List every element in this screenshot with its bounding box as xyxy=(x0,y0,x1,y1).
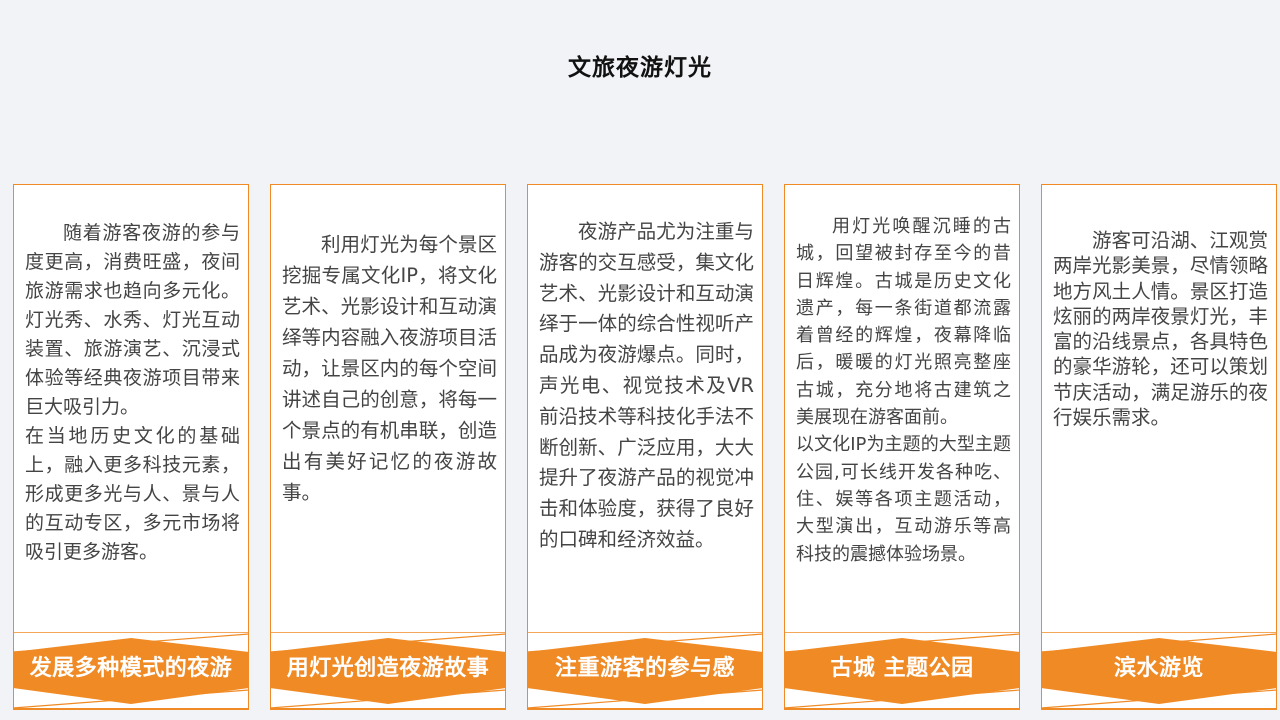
card-title: 古城 主题公园 xyxy=(830,656,974,681)
card-title: 滨水游览 xyxy=(1113,656,1204,681)
card-waterfront-tour: 游客可沿湖、江观赏两岸光影美景，尽情领略地方风土人情。景区打造炫丽的两岸夜景灯光… xyxy=(1041,184,1277,710)
card-paragraph: 利用灯光为每个景区挖掘专属文化IP，将文化艺术、光影设计和互动演绎等内容融入夜游… xyxy=(282,233,497,504)
card-paragraph: 用灯光唤醒沉睡的古城，回望被封存至今的昔日辉煌。古城是历史文化遗产，每一条街道都… xyxy=(796,216,1011,429)
card-paragraph: 游客可沿湖、江观赏两岸光影美景，尽情领略地方风土人情。景区打造炫丽的两岸夜景灯光… xyxy=(1053,229,1268,430)
card-banner: 用灯光创造夜游故事 xyxy=(270,632,506,710)
card-visitor-participation: 夜游产品尤为注重与游客的交互感受，集文化艺术、光影设计和互动演绎于一体的综合性视… xyxy=(527,184,763,710)
card-ancient-city-theme-park: 用灯光唤醒沉睡的古城，回望被封存至今的昔日辉煌。古城是历史文化遗产，每一条街道都… xyxy=(784,184,1020,710)
card-description: 用灯光唤醒沉睡的古城，回望被封存至今的昔日辉煌。古城是历史文化遗产，每一条街道都… xyxy=(796,213,1011,568)
card-banner: 注重游客的参与感 xyxy=(527,632,763,710)
card-banner: 滨水游览 xyxy=(1041,632,1277,710)
card-banner: 古城 主题公园 xyxy=(784,632,1020,710)
page-title: 文旅夜游灯光 xyxy=(568,55,712,81)
card-banner: 发展多种模式的夜游 xyxy=(13,632,249,710)
card-light-stories: 利用灯光为每个景区挖掘专属文化IP，将文化艺术、光影设计和互动演绎等内容融入夜游… xyxy=(270,184,506,710)
card-description: 夜游产品尤为注重与游客的交互感受，集文化艺术、光影设计和互动演绎于一体的综合性视… xyxy=(539,217,754,556)
card-paragraph: 在当地历史文化的基础上，融入更多科技元素，形成更多光与人、景与人的互动专区，多元… xyxy=(25,425,240,563)
card-paragraph: 以文化IP为主题的大型主题公园,可长线开发各种吃、住、娱等各项主题活动，大型演出… xyxy=(796,434,1011,565)
card-title: 注重游客的参与感 xyxy=(554,656,735,681)
card-paragraph: 随着游客夜游的参与度更高，消费旺盛，夜间旅游需求也趋向多元化。灯光秀、水秀、灯光… xyxy=(25,222,240,418)
card-description: 游客可沿湖、江观赏两岸光影美景，尽情领略地方风土人情。景区打造炫丽的两岸夜景灯光… xyxy=(1053,228,1268,430)
card-description: 利用灯光为每个景区挖掘专属文化IP，将文化艺术、光影设计和互动演绎等内容融入夜游… xyxy=(282,229,497,508)
card-paragraph: 夜游产品尤为注重与游客的交互感受，集文化艺术、光影设计和互动演绎于一体的综合性视… xyxy=(539,220,754,551)
card-title: 发展多种模式的夜游 xyxy=(29,656,233,681)
card-description: 随着游客夜游的参与度更高，消费旺盛，夜间旅游需求也趋向多元化。灯光秀、水秀、灯光… xyxy=(25,219,240,567)
card-title: 用灯光创造夜游故事 xyxy=(286,656,490,681)
card-diverse-modes: 随着游客夜游的参与度更高，消费旺盛，夜间旅游需求也趋向多元化。灯光秀、水秀、灯光… xyxy=(13,184,249,710)
